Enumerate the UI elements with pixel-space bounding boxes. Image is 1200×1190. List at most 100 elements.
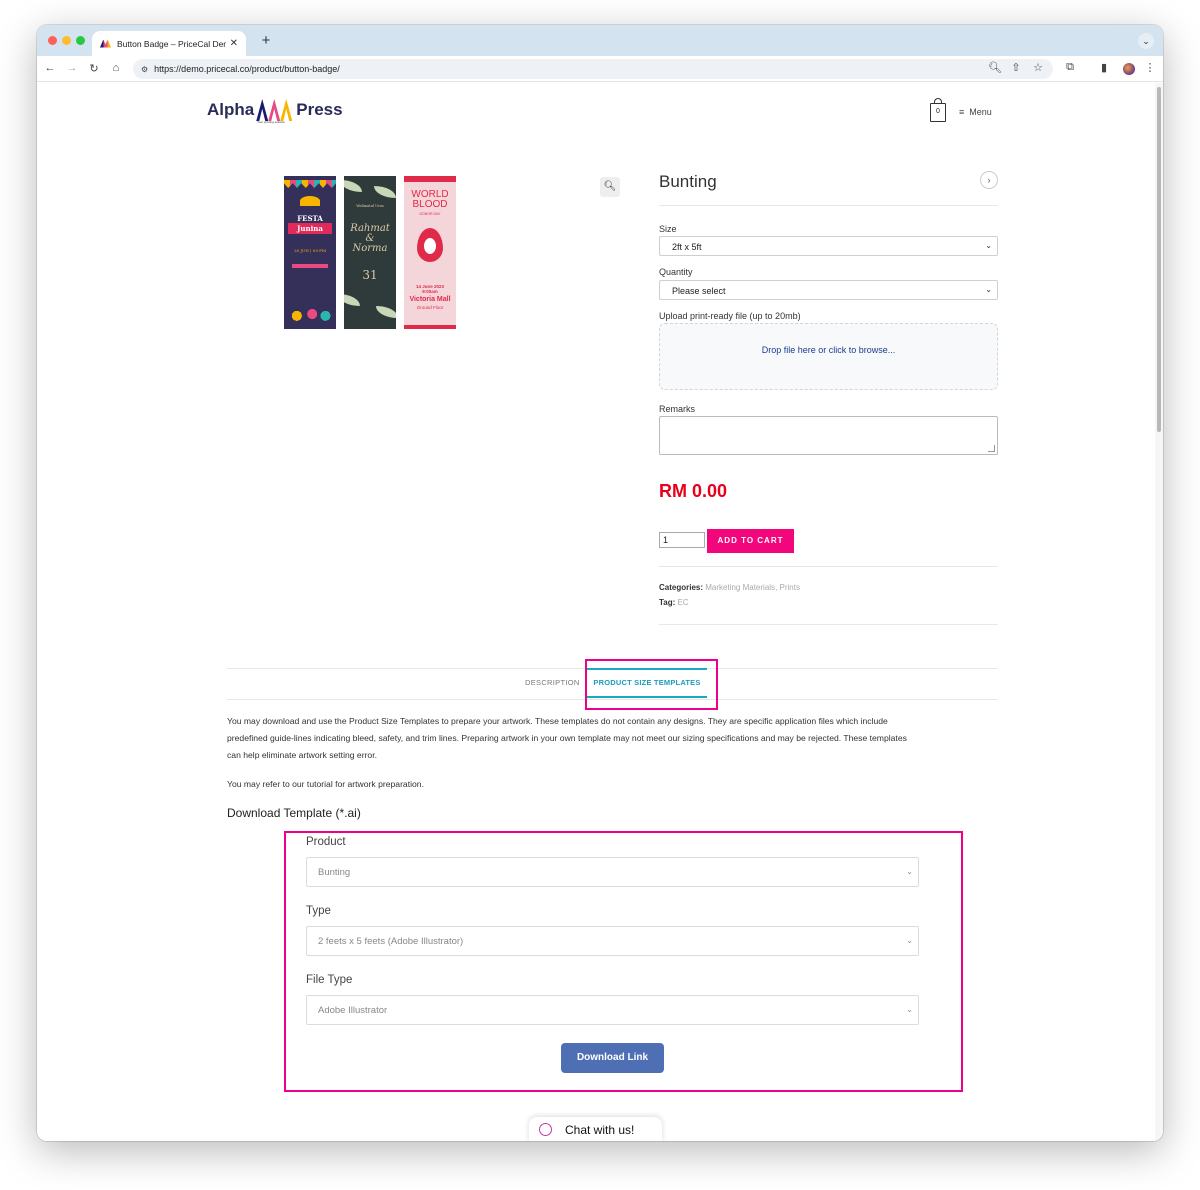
banner3-line5: 9:00am bbox=[422, 289, 438, 294]
site-info-icon[interactable]: ⚙ bbox=[141, 65, 148, 74]
profile-avatar[interactable] bbox=[1123, 63, 1135, 75]
banner1-line1: FESTA bbox=[297, 214, 323, 223]
banner3-top-band bbox=[404, 176, 456, 182]
traffic-lights bbox=[48, 36, 85, 45]
download-link-button[interactable]: Download Link bbox=[561, 1043, 664, 1073]
tutorial-paragraph: You may refer to our tutorial for artwor… bbox=[227, 779, 424, 789]
extensions-icon[interactable]: ⧉ bbox=[1063, 61, 1077, 74]
tab-description[interactable]: DESCRIPTION bbox=[525, 678, 580, 687]
category-separator: , bbox=[775, 583, 778, 592]
banner3-line7: Ground Floor bbox=[416, 305, 444, 310]
leaf-graphic bbox=[344, 180, 362, 192]
sidebar-icon[interactable]: ▮ bbox=[1097, 61, 1111, 74]
tag-link[interactable]: EC bbox=[678, 598, 689, 607]
page-scrollbar[interactable] bbox=[1155, 83, 1163, 1141]
browser-tab[interactable]: Button Badge – PriceCal Dem ✕ bbox=[92, 31, 246, 56]
download-template-heading: Download Template (*.ai) bbox=[227, 806, 361, 820]
category-link[interactable]: Prints bbox=[780, 583, 800, 592]
banner2-line5: 31 bbox=[362, 268, 378, 282]
category-link[interactable]: Marketing Materials bbox=[705, 583, 775, 592]
template-type-select[interactable]: 2 feets x 5 feets (Adobe Illustrator) ⌄ bbox=[306, 926, 919, 956]
chat-label: Chat with us! bbox=[565, 1123, 635, 1137]
logo-tagline: Your printing solution bbox=[257, 120, 285, 124]
dropzone-text: Drop file here or click to browse... bbox=[761, 345, 896, 355]
remarks-label: Remarks bbox=[659, 404, 696, 414]
sombrero-graphic bbox=[300, 196, 320, 206]
banner3-line3: DONOR DAY bbox=[419, 212, 441, 216]
chat-bubble-icon bbox=[539, 1123, 552, 1136]
categories-label: Categories: bbox=[659, 583, 704, 592]
product-tags: Tag: EC bbox=[659, 598, 689, 607]
tab-title: Button Badge – PriceCal Dem bbox=[117, 38, 226, 49]
zoom-window-button[interactable] bbox=[76, 36, 85, 45]
banner2-line4: Norma bbox=[352, 243, 388, 254]
banner1-stripe bbox=[292, 264, 328, 268]
banner3-date: 14 June 2023 9:00am bbox=[404, 284, 456, 294]
product-price: RM 0.00 bbox=[659, 481, 728, 501]
bunting-flags-graphic bbox=[284, 180, 336, 188]
minimize-window-button[interactable] bbox=[62, 36, 71, 45]
template-file-type-select[interactable]: Adobe Illustrator ⌄ bbox=[306, 995, 919, 1025]
more-menu-icon[interactable]: ⋮ bbox=[1143, 61, 1157, 74]
file-type-label: File Type bbox=[306, 974, 353, 986]
intro-line: can help eliminate artwork setting error… bbox=[227, 750, 377, 760]
chevron-down-icon: ⌄ bbox=[906, 936, 913, 945]
chevron-down-icon: ⌄ bbox=[985, 285, 992, 294]
close-window-button[interactable] bbox=[48, 36, 57, 45]
quantity-select[interactable]: Please select ⌄ bbox=[659, 280, 998, 300]
next-product-chevron-icon[interactable]: › bbox=[980, 171, 998, 189]
site-logo[interactable]: Alpha Press Your printing solution bbox=[207, 99, 343, 124]
product-label: Product bbox=[306, 836, 346, 848]
quantity-label: Quantity bbox=[659, 267, 693, 277]
share-icon[interactable]: ⇧ bbox=[1009, 61, 1023, 74]
product-title: Bunting bbox=[659, 172, 717, 191]
banner2-names: Rahmat & Norma bbox=[344, 224, 396, 254]
leaf-graphic bbox=[376, 306, 396, 318]
highlight-box-tab bbox=[585, 659, 718, 710]
url-text[interactable]: https://demo.pricecal.co/product/button-… bbox=[154, 64, 340, 74]
type-label: Type bbox=[306, 905, 331, 917]
banner1-decor-graphic bbox=[288, 305, 332, 323]
chat-widget-button[interactable]: Chat with us! bbox=[529, 1117, 662, 1141]
new-tab-button[interactable]: + bbox=[258, 33, 274, 48]
chevron-down-icon: ⌄ bbox=[985, 241, 992, 250]
quantity-select-value: Please select bbox=[672, 286, 726, 296]
tab-search-chevron-icon[interactable]: ⌄ bbox=[1138, 33, 1154, 49]
zoom-magnifier-icon[interactable]: 🔍︎ bbox=[600, 177, 620, 197]
scrollbar-thumb[interactable] bbox=[1157, 87, 1161, 432]
blood-drop-icon bbox=[417, 228, 443, 262]
logo-text-left: Alpha bbox=[207, 100, 255, 119]
menu-button[interactable]: ≡ Menu bbox=[959, 107, 992, 117]
file-dropzone[interactable]: Drop file here or click to browse... bbox=[659, 323, 998, 390]
address-bar[interactable]: ⚙ https://demo.pricecal.co/product/butto… bbox=[133, 59, 1053, 79]
zoom-search-icon[interactable]: 🔍︎ bbox=[988, 61, 1002, 74]
forward-arrow-icon[interactable]: → bbox=[65, 62, 79, 74]
quantity-input[interactable]: 1 bbox=[659, 532, 705, 548]
size-select[interactable]: 2ft x 5ft ⌄ bbox=[659, 236, 998, 256]
banner1-line3: 20 JUN | 09 PM bbox=[294, 248, 326, 253]
browser-window: Button Badge – PriceCal Dem ✕ + ⌄ ← → ↻ … bbox=[37, 25, 1163, 1141]
cart-icon[interactable]: 0 bbox=[930, 98, 946, 122]
size-label: Size bbox=[659, 224, 677, 234]
template-file-type-value: Adobe Illustrator bbox=[318, 1005, 388, 1016]
back-arrow-icon[interactable]: ← bbox=[43, 62, 57, 74]
template-product-value: Bunting bbox=[318, 867, 351, 878]
banner3-heading: WORLD BLOOD bbox=[404, 190, 456, 210]
product-image[interactable]: FESTA Junina 20 JUN | 09 PM Walimatul Ur… bbox=[284, 176, 456, 329]
home-icon[interactable]: ⌂ bbox=[109, 62, 123, 74]
bookmark-star-icon[interactable]: ☆ bbox=[1031, 61, 1045, 74]
banner3-line6: Victoria Mall bbox=[409, 296, 451, 303]
tag-label: Tag: bbox=[659, 598, 676, 607]
reload-icon[interactable]: ↻ bbox=[87, 62, 101, 75]
add-to-cart-button[interactable]: ADD TO CART bbox=[707, 529, 794, 553]
template-product-select[interactable]: Bunting ⌄ bbox=[306, 857, 919, 887]
banner2-line1: Walimatul Urus bbox=[356, 204, 384, 208]
product-categories: Categories: Marketing Materials, Prints bbox=[659, 583, 800, 592]
banner-festa: FESTA Junina 20 JUN | 09 PM bbox=[284, 176, 336, 329]
upload-label: Upload print-ready file (up to 20mb) bbox=[659, 311, 801, 321]
menu-label: Menu bbox=[969, 107, 992, 117]
tab-close-icon[interactable]: ✕ bbox=[230, 38, 238, 49]
remarks-textarea[interactable] bbox=[659, 416, 998, 455]
leaf-graphic bbox=[374, 186, 396, 198]
title-bar: Button Badge – PriceCal Dem ✕ + ⌄ bbox=[37, 25, 1163, 56]
